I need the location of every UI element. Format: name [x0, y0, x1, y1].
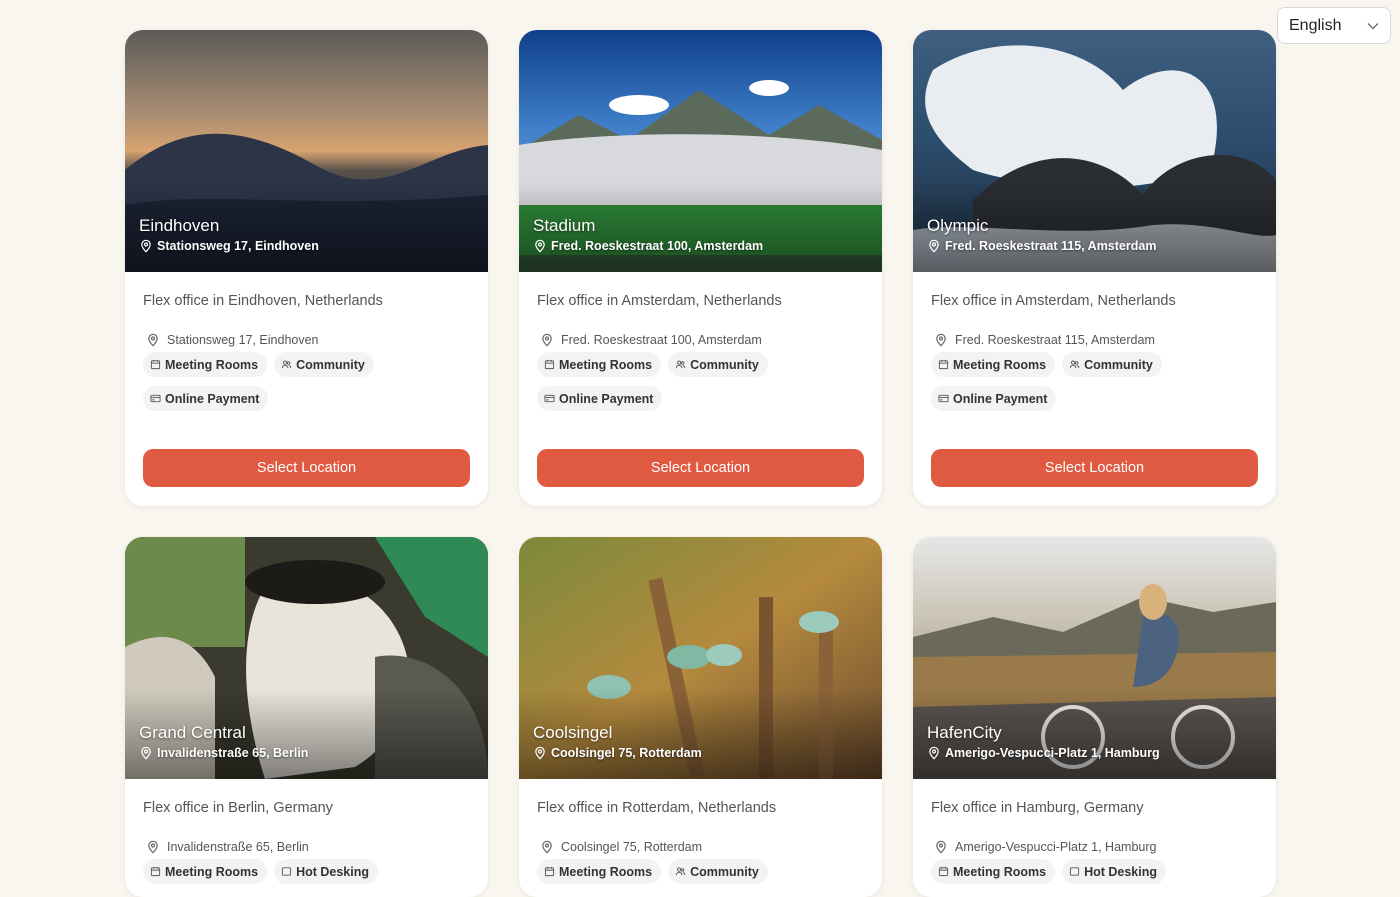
- location-name: Olympic: [927, 216, 989, 235]
- map-pin-icon: [146, 840, 160, 854]
- map-pin-icon: [934, 333, 948, 347]
- map-pin-icon: [927, 239, 941, 253]
- location-address: Amerigo-Vespucci-Platz 1, Hamburg: [931, 839, 1258, 855]
- location-address: Fred. Roeskestraat 100, Amsterdam: [537, 332, 864, 348]
- location-card: Coolsingel Coolsingel 75, Rotterdam Flex…: [519, 537, 882, 897]
- amenity-tag: Meeting Rooms: [931, 352, 1056, 377]
- location-subtitle: Flex office in Eindhoven, Netherlands: [143, 293, 383, 309]
- amenity-list: Meeting Rooms Hot Desking: [931, 859, 1231, 884]
- location-photo-address: Invalidenstraße 65, Berlin: [139, 746, 308, 760]
- location-address: Invalidenstraße 65, Berlin: [143, 839, 470, 855]
- map-pin-icon: [540, 333, 554, 347]
- language-select[interactable]: English: [1277, 7, 1391, 44]
- amenity-tag: Online Payment: [143, 386, 269, 411]
- map-pin-icon: [927, 746, 941, 760]
- amenity-tag: Community: [274, 352, 374, 377]
- amenity-tag: Online Payment: [537, 386, 663, 411]
- location-subtitle: Flex office in Amsterdam, Netherlands: [537, 293, 782, 309]
- location-subtitle: Flex office in Amsterdam, Netherlands: [931, 293, 1176, 309]
- amenity-tag: Meeting Rooms: [537, 859, 662, 884]
- desk-icon: [1069, 866, 1080, 877]
- calendar-icon: [938, 359, 949, 370]
- amenity-tag: Meeting Rooms: [143, 859, 268, 884]
- location-card: Grand Central Invalidenstraße 65, Berlin…: [125, 537, 488, 897]
- location-card: Eindhoven Stationsweg 17, Eindhoven Flex…: [125, 30, 488, 506]
- people-icon: [675, 359, 686, 370]
- language-select-value: English: [1289, 16, 1342, 34]
- location-card: HafenCity Amerigo-Vespucci-Platz 1, Hamb…: [913, 537, 1276, 897]
- amenity-tag: Community: [1062, 352, 1162, 377]
- location-photo: Stadium Fred. Roeskestraat 100, Amsterda…: [519, 30, 882, 272]
- amenity-tag: Meeting Rooms: [931, 859, 1056, 884]
- amenity-tag: Community: [668, 859, 768, 884]
- amenity-tag: Hot Desking: [274, 859, 378, 884]
- location-name: Eindhoven: [139, 216, 220, 235]
- select-location-button[interactable]: Select Location: [143, 449, 470, 487]
- select-location-button[interactable]: Select Location: [537, 449, 864, 487]
- location-photo-address: Stationsweg 17, Eindhoven: [139, 239, 319, 253]
- location-name: Grand Central: [139, 723, 246, 742]
- map-pin-icon: [540, 840, 554, 854]
- amenity-tag: Online Payment: [931, 386, 1057, 411]
- location-card: Stadium Fred. Roeskestraat 100, Amsterda…: [519, 30, 882, 506]
- amenity-list: Meeting Rooms Community Online Payment: [537, 352, 837, 411]
- select-location-button[interactable]: Select Location: [931, 449, 1258, 487]
- location-photo-address: Fred. Roeskestraat 115, Amsterdam: [927, 239, 1156, 253]
- location-subtitle: Flex office in Hamburg, Germany: [931, 800, 1144, 816]
- location-address: Stationsweg 17, Eindhoven: [143, 332, 470, 348]
- map-pin-icon: [934, 840, 948, 854]
- map-pin-icon: [146, 333, 160, 347]
- credit-card-icon: [938, 393, 949, 404]
- people-icon: [675, 866, 686, 877]
- amenity-tag: Hot Desking: [1062, 859, 1166, 884]
- location-name: Coolsingel: [533, 723, 613, 742]
- calendar-icon: [150, 866, 161, 877]
- chevron-down-icon: [1367, 22, 1379, 29]
- credit-card-icon: [150, 393, 161, 404]
- map-pin-icon: [533, 239, 547, 253]
- location-photo: Grand Central Invalidenstraße 65, Berlin: [125, 537, 488, 779]
- location-photo: Eindhoven Stationsweg 17, Eindhoven: [125, 30, 488, 272]
- location-photo-address: Amerigo-Vespucci-Platz 1, Hamburg: [927, 746, 1160, 760]
- amenity-tag: Community: [668, 352, 768, 377]
- location-photo-address: Coolsingel 75, Rotterdam: [533, 746, 702, 760]
- map-pin-icon: [139, 239, 153, 253]
- location-name: Stadium: [533, 216, 596, 235]
- amenity-list: Meeting Rooms Hot Desking: [143, 859, 443, 884]
- calendar-icon: [544, 866, 555, 877]
- location-address: Fred. Roeskestraat 115, Amsterdam: [931, 332, 1258, 348]
- location-card: Olympic Fred. Roeskestraat 115, Amsterda…: [913, 30, 1276, 506]
- map-pin-icon: [139, 746, 153, 760]
- calendar-icon: [544, 359, 555, 370]
- location-name: HafenCity: [927, 723, 1002, 742]
- amenity-list: Meeting Rooms Community Online Payment: [931, 352, 1231, 411]
- location-address: Coolsingel 75, Rotterdam: [537, 839, 864, 855]
- amenity-tag: Meeting Rooms: [537, 352, 662, 377]
- location-photo: HafenCity Amerigo-Vespucci-Platz 1, Hamb…: [913, 537, 1276, 779]
- calendar-icon: [938, 866, 949, 877]
- location-photo-address: Fred. Roeskestraat 100, Amsterdam: [533, 239, 763, 253]
- credit-card-icon: [544, 393, 555, 404]
- people-icon: [281, 359, 292, 370]
- amenity-tag: Meeting Rooms: [143, 352, 268, 377]
- amenity-list: Meeting Rooms Community: [537, 859, 837, 884]
- people-icon: [1069, 359, 1080, 370]
- location-subtitle: Flex office in Berlin, Germany: [143, 800, 333, 816]
- location-photo: Coolsingel Coolsingel 75, Rotterdam: [519, 537, 882, 779]
- map-pin-icon: [533, 746, 547, 760]
- desk-icon: [281, 866, 292, 877]
- amenity-list: Meeting Rooms Community Online Payment: [143, 352, 443, 411]
- location-subtitle: Flex office in Rotterdam, Netherlands: [537, 800, 777, 816]
- location-photo: Olympic Fred. Roeskestraat 115, Amsterda…: [913, 30, 1276, 272]
- calendar-icon: [150, 359, 161, 370]
